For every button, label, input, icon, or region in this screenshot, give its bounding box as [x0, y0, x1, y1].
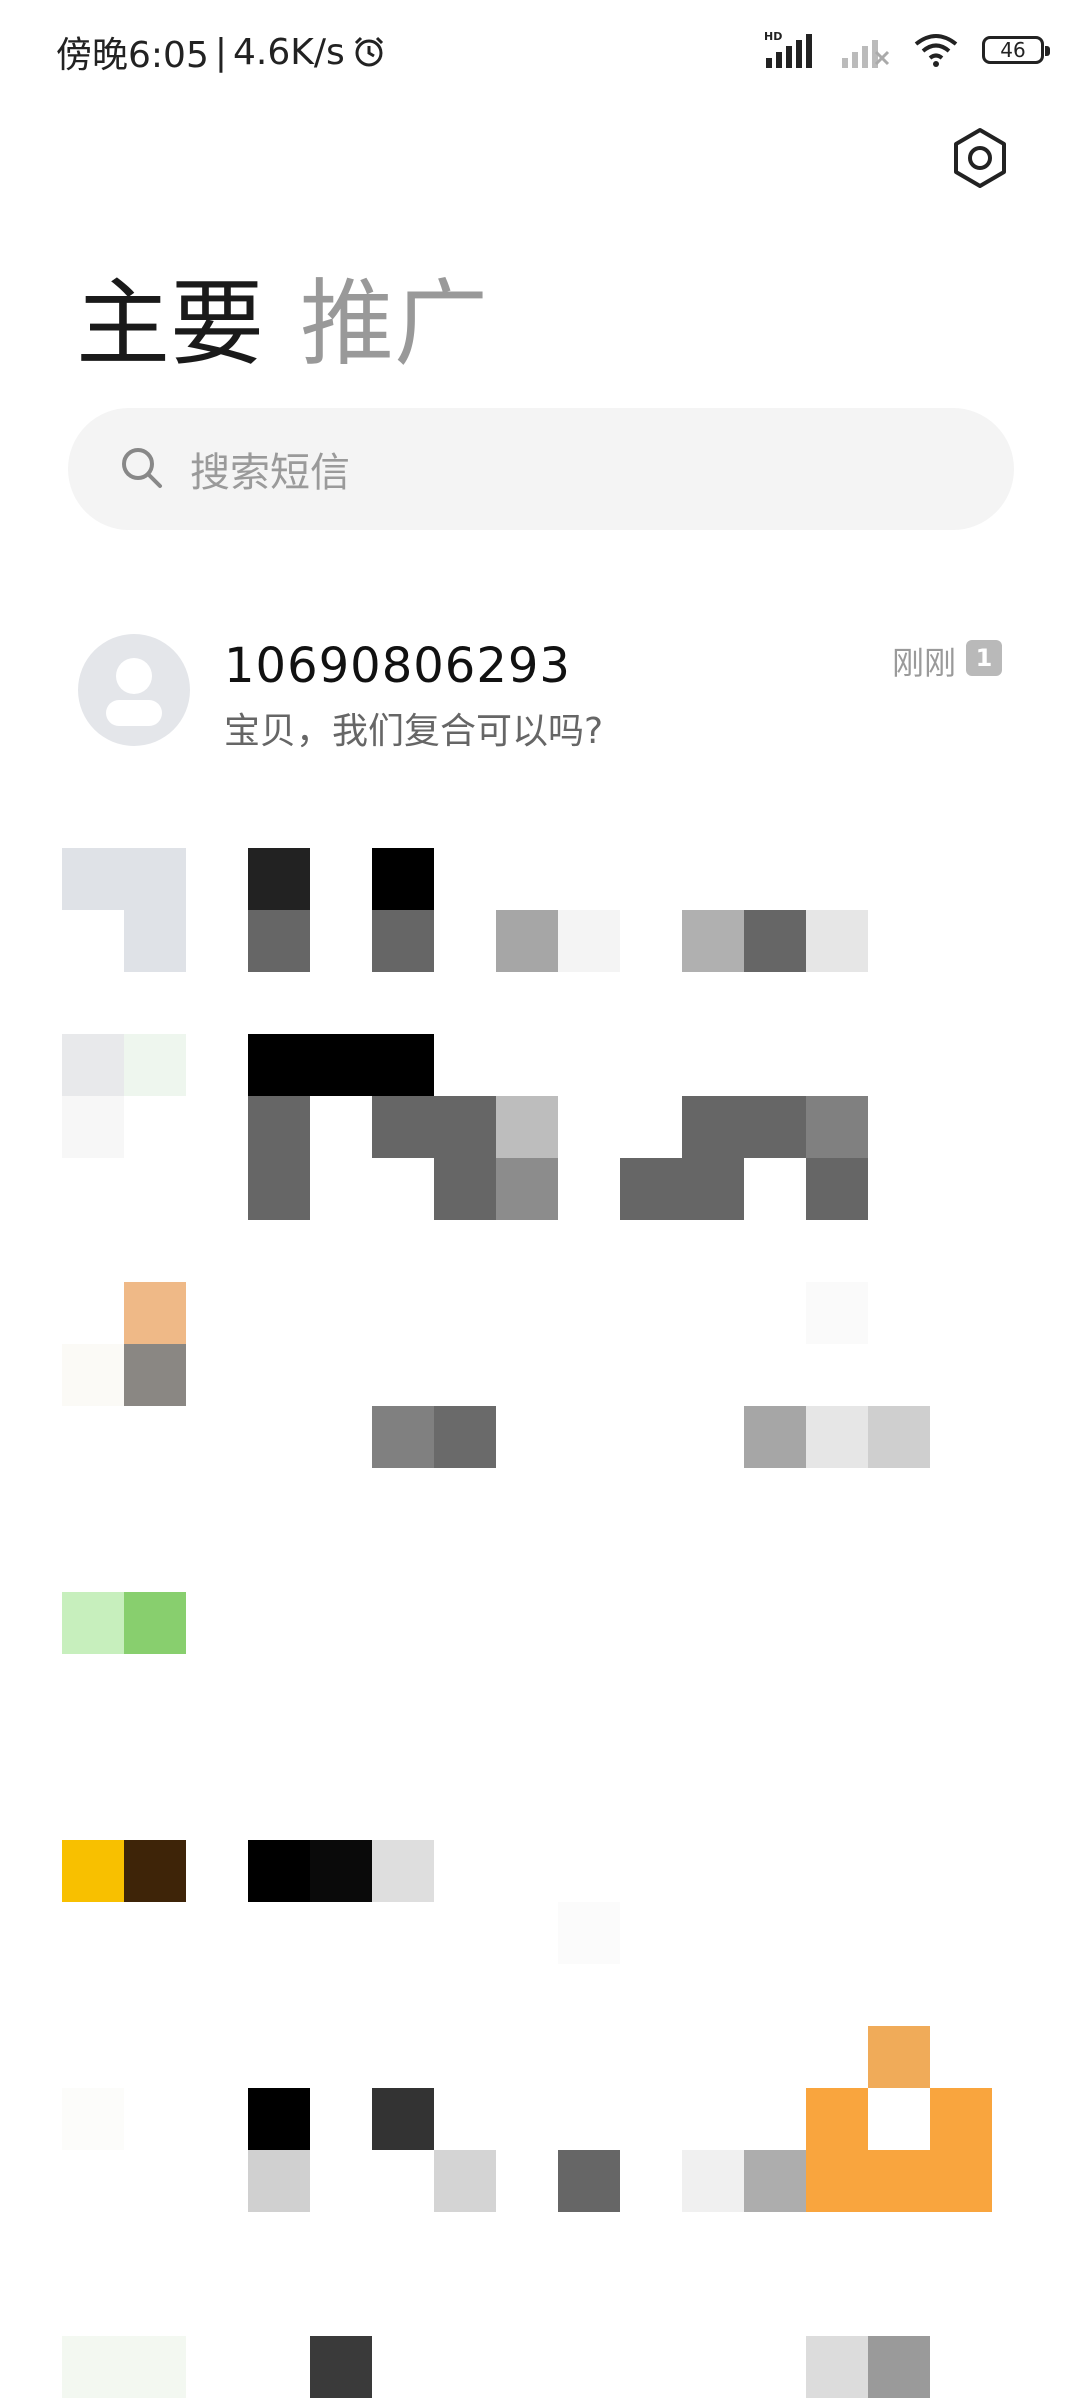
redacted-block [434, 1096, 496, 1220]
redacted-block [124, 1840, 186, 1902]
redacted-block [372, 1406, 434, 1468]
redacted-block [496, 910, 558, 972]
redacted-block [806, 1406, 868, 1468]
redacted-block [930, 2088, 992, 2212]
redacted-block [806, 2088, 868, 2212]
redacted-block [62, 1840, 124, 1902]
redacted-block [806, 1158, 868, 1220]
redacted-block [310, 2336, 372, 2398]
redacted-conversation-list [0, 0, 1080, 2400]
redacted-block [868, 1406, 930, 1468]
redacted-block [62, 1096, 124, 1158]
redacted-block [248, 1034, 434, 1096]
redacted-block [248, 848, 310, 910]
redacted-block [496, 1096, 558, 1158]
redacted-block [620, 1158, 744, 1220]
redacted-block [868, 2026, 930, 2088]
redacted-block [372, 848, 434, 910]
redacted-block [62, 1034, 124, 1096]
redacted-block [124, 910, 186, 972]
redacted-block [62, 848, 186, 910]
redacted-block [744, 2150, 806, 2212]
redacted-block [248, 2150, 310, 2212]
redacted-block [806, 2336, 868, 2398]
redacted-block [434, 2150, 496, 2212]
redacted-block [372, 1840, 434, 1902]
redacted-block [682, 1096, 806, 1158]
redacted-block [682, 910, 744, 972]
redacted-block [558, 1902, 620, 1964]
redacted-block [744, 1406, 806, 1468]
redacted-block [248, 910, 310, 972]
redacted-block [496, 1158, 558, 1220]
redacted-block [310, 1840, 372, 1902]
redacted-block [868, 2336, 930, 2398]
redacted-block [62, 1592, 124, 1654]
redacted-block [124, 1344, 186, 1406]
redacted-block [248, 1840, 310, 1902]
redacted-block [558, 2150, 620, 2212]
redacted-block [124, 1034, 186, 1096]
redacted-block [124, 1282, 186, 1344]
redacted-block [62, 2088, 124, 2150]
redacted-block [744, 910, 806, 972]
redacted-block [868, 2150, 930, 2212]
redacted-block [62, 1344, 124, 1406]
redacted-block [558, 910, 620, 972]
redacted-block [806, 1282, 868, 1344]
redacted-block [806, 910, 868, 972]
redacted-block [372, 1096, 434, 1158]
redacted-block [124, 1592, 186, 1654]
redacted-block [248, 1096, 310, 1220]
redacted-block [434, 1406, 496, 1468]
redacted-block [62, 2336, 186, 2398]
redacted-block [372, 2088, 434, 2150]
redacted-block [806, 1096, 868, 1158]
redacted-block [372, 910, 434, 972]
redacted-block [248, 2088, 310, 2150]
redacted-block [682, 2150, 744, 2212]
